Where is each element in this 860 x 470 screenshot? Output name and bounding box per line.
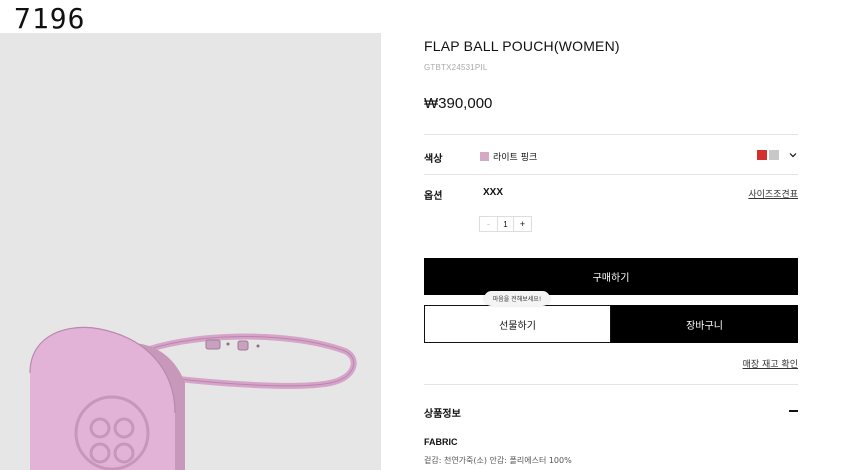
gift-button[interactable]: 선물하기 <box>424 305 611 343</box>
color-swatch-red[interactable] <box>757 150 767 160</box>
product-image <box>0 33 381 470</box>
product-price: ₩390,000 <box>424 95 493 112</box>
divider <box>424 384 798 385</box>
selected-color: 라이트 핑크 <box>480 150 537 163</box>
selected-color-name: 라이트 핑크 <box>493 153 538 163</box>
quantity-stepper: - 1 + <box>479 216 532 232</box>
quantity-increase-button[interactable]: + <box>514 217 531 231</box>
gift-tooltip: 마음을 전해보세요! <box>484 291 550 306</box>
color-selector[interactable] <box>757 150 797 160</box>
store-stock-link[interactable]: 매장 재고 확인 <box>743 357 798 370</box>
color-label: 색상 <box>424 154 443 165</box>
quantity-decrease-button[interactable]: - <box>480 217 497 231</box>
color-swatch-gray[interactable] <box>769 150 779 160</box>
collapse-icon[interactable] <box>789 410 798 412</box>
cart-button[interactable]: 장바구니 <box>611 305 798 343</box>
chevron-down-icon[interactable] <box>789 151 797 159</box>
selected-color-swatch <box>480 152 489 161</box>
fabric-description: 겉감: 천연가죽(소) 안감: 폴리에스터 100% <box>424 456 572 465</box>
option-value: XXX <box>483 187 504 198</box>
divider <box>424 174 798 175</box>
product-title: FLAP BALL POUCH(WOMEN) <box>424 38 620 54</box>
product-code: GTBTX24531PIL <box>424 63 488 72</box>
product-info-section-title[interactable]: 상품정보 <box>424 405 461 420</box>
fabric-title: FABRIC <box>424 437 458 447</box>
page-id: 7196 <box>14 2 86 35</box>
size-chart-link[interactable]: 사이즈조견표 <box>748 187 798 200</box>
divider <box>424 134 798 135</box>
option-label: 옵션 <box>424 191 443 202</box>
buy-button[interactable]: 구매하기 <box>424 258 798 295</box>
quantity-value[interactable]: 1 <box>497 217 514 231</box>
pouch-illustration <box>29 326 357 470</box>
